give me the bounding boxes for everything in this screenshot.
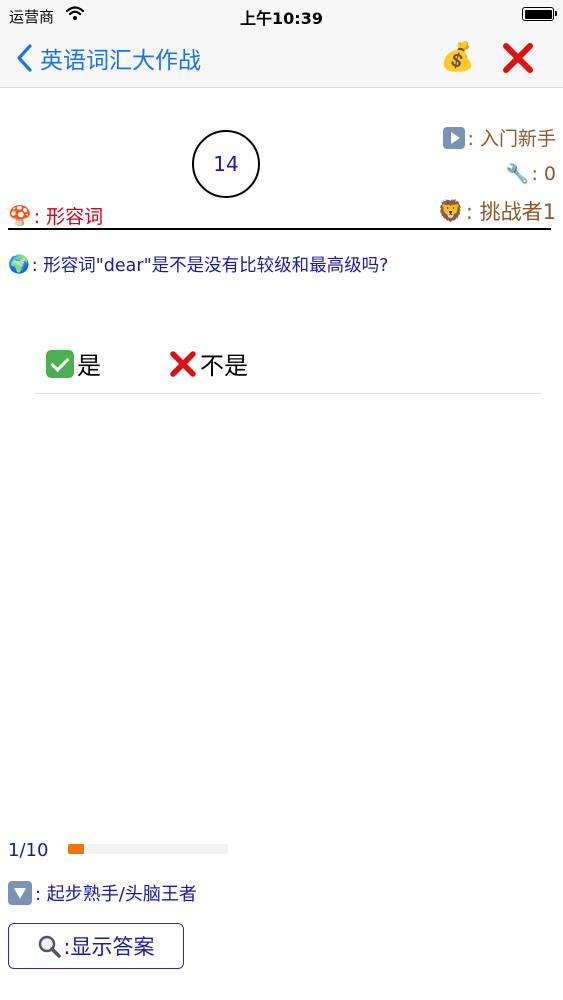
chevron-left-icon: [17, 44, 32, 72]
tools-count: : 0: [531, 162, 556, 185]
header-divider: [8, 228, 551, 230]
answer-yes-button[interactable]: 是: [46, 346, 101, 381]
status-time: 上午10:39: [240, 9, 323, 28]
globe-icon: 🌍: [8, 254, 30, 275]
check-mark-icon: [46, 349, 74, 378]
hint-info: : 起步熟手/头脑王者: [8, 880, 197, 906]
question-text: : 形容词"dear"是不是没有比较级和最高级吗?: [31, 256, 389, 276]
tools-info: 🔧 : 0: [505, 162, 556, 186]
money-bag-icon[interactable]: 💰: [440, 40, 475, 73]
level-label: : 入门新手: [467, 128, 556, 150]
cross-mark-icon: [170, 350, 196, 377]
level-info: : 入门新手: [442, 124, 556, 151]
show-answer-label: :显示答案: [63, 935, 155, 959]
play-icon: [442, 126, 465, 149]
answer-no-button[interactable]: 不是: [168, 346, 248, 381]
mushroom-icon: 🍄: [8, 205, 32, 227]
hint-text: : 起步熟手/头脑王者: [35, 884, 197, 905]
category-label: : 形容词: [33, 206, 104, 228]
status-bar: 运营商 上午10:39: [0, 0, 563, 30]
answer-yes-label: 是: [77, 352, 101, 380]
progress-fill: [68, 844, 84, 854]
show-answer-button[interactable]: :显示答案: [8, 923, 184, 969]
down-arrow-icon: [8, 881, 32, 905]
battery-icon: [522, 7, 557, 21]
category-info: 🍄 : 形容词: [8, 202, 103, 229]
magnifier-icon: [39, 935, 62, 958]
answers-divider: [34, 393, 542, 394]
close-icon[interactable]: [500, 40, 536, 76]
progress-label: 1/10: [8, 840, 49, 861]
back-button[interactable]: 英语词汇大作战: [14, 41, 201, 75]
question: 🌍 : 形容词"dear"是不是没有比较级和最高级吗?: [8, 252, 388, 277]
navigation-bar: 英语词汇大作战 💰: [0, 30, 563, 88]
lion-icon: 🦁: [437, 198, 464, 223]
player-name: : 挑战者1: [465, 200, 556, 224]
nav-title: 英语词汇大作战: [40, 48, 201, 74]
answer-no-label: 不是: [200, 352, 248, 380]
countdown-timer: 14: [192, 130, 260, 198]
progress-bar: [68, 844, 228, 854]
player-info: 🦁 : 挑战者1: [438, 196, 556, 226]
wrench-icon: 🔧: [505, 163, 530, 185]
